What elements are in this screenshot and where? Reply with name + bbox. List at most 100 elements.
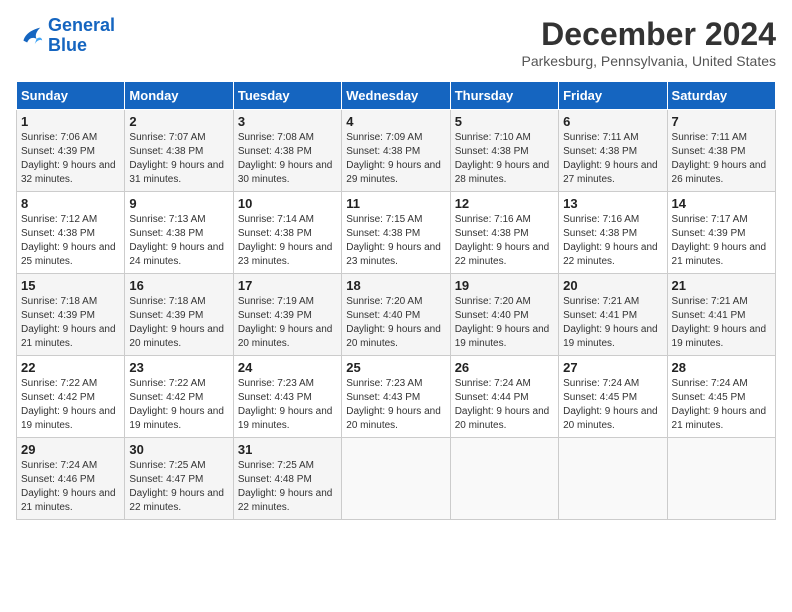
day-number: 9: [129, 196, 228, 211]
sunset-text: Sunset: 4:45 PM: [563, 392, 637, 403]
sunrise-text: Sunrise: 7:06 AM: [21, 132, 97, 143]
calendar-cell: 20 Sunrise: 7:21 AM Sunset: 4:41 PM Dayl…: [559, 274, 667, 356]
sunrise-text: Sunrise: 7:19 AM: [238, 296, 314, 307]
calendar-cell: 24 Sunrise: 7:23 AM Sunset: 4:43 PM Dayl…: [233, 356, 341, 438]
calendar-cell: 21 Sunrise: 7:21 AM Sunset: 4:41 PM Dayl…: [667, 274, 775, 356]
sunrise-text: Sunrise: 7:11 AM: [563, 132, 638, 143]
calendar-cell: 2 Sunrise: 7:07 AM Sunset: 4:38 PM Dayli…: [125, 110, 233, 192]
day-info: Sunrise: 7:20 AM Sunset: 4:40 PM Dayligh…: [346, 295, 445, 351]
daylight-text: Daylight: 9 hours and 20 minutes.: [455, 406, 550, 431]
day-number: 4: [346, 114, 445, 129]
week-row-1: 1 Sunrise: 7:06 AM Sunset: 4:39 PM Dayli…: [17, 110, 776, 192]
day-info: Sunrise: 7:22 AM Sunset: 4:42 PM Dayligh…: [129, 377, 228, 433]
day-number: 25: [346, 360, 445, 375]
calendar-cell: 14 Sunrise: 7:17 AM Sunset: 4:39 PM Dayl…: [667, 192, 775, 274]
day-number: 13: [563, 196, 662, 211]
day-number: 23: [129, 360, 228, 375]
day-info: Sunrise: 7:14 AM Sunset: 4:38 PM Dayligh…: [238, 213, 337, 269]
calendar-cell: 9 Sunrise: 7:13 AM Sunset: 4:38 PM Dayli…: [125, 192, 233, 274]
daylight-text: Daylight: 9 hours and 19 minutes.: [563, 324, 658, 349]
sunrise-text: Sunrise: 7:12 AM: [21, 214, 97, 225]
sunrise-text: Sunrise: 7:23 AM: [346, 378, 422, 389]
sunrise-text: Sunrise: 7:22 AM: [129, 378, 205, 389]
day-info: Sunrise: 7:15 AM Sunset: 4:38 PM Dayligh…: [346, 213, 445, 269]
day-info: Sunrise: 7:12 AM Sunset: 4:38 PM Dayligh…: [21, 213, 120, 269]
sunset-text: Sunset: 4:38 PM: [563, 146, 637, 157]
daylight-text: Daylight: 9 hours and 19 minutes.: [672, 324, 767, 349]
calendar-cell: 6 Sunrise: 7:11 AM Sunset: 4:38 PM Dayli…: [559, 110, 667, 192]
sunset-text: Sunset: 4:40 PM: [455, 310, 529, 321]
sunrise-text: Sunrise: 7:24 AM: [672, 378, 748, 389]
daylight-text: Daylight: 9 hours and 21 minutes.: [672, 406, 767, 431]
calendar-cell: 8 Sunrise: 7:12 AM Sunset: 4:38 PM Dayli…: [17, 192, 125, 274]
calendar-cell: 17 Sunrise: 7:19 AM Sunset: 4:39 PM Dayl…: [233, 274, 341, 356]
sunset-text: Sunset: 4:45 PM: [672, 392, 746, 403]
logo-general: General: [48, 15, 115, 35]
daylight-text: Daylight: 9 hours and 20 minutes.: [346, 406, 441, 431]
sunset-text: Sunset: 4:38 PM: [238, 228, 312, 239]
daylight-text: Daylight: 9 hours and 23 minutes.: [346, 242, 441, 267]
calendar-cell: 3 Sunrise: 7:08 AM Sunset: 4:38 PM Dayli…: [233, 110, 341, 192]
sunset-text: Sunset: 4:38 PM: [455, 146, 529, 157]
daylight-text: Daylight: 9 hours and 27 minutes.: [563, 160, 658, 185]
sunrise-text: Sunrise: 7:24 AM: [21, 460, 97, 471]
daylight-text: Daylight: 9 hours and 22 minutes.: [455, 242, 550, 267]
day-number: 26: [455, 360, 554, 375]
sunrise-text: Sunrise: 7:11 AM: [672, 132, 747, 143]
sunrise-text: Sunrise: 7:25 AM: [129, 460, 205, 471]
calendar-cell: [559, 438, 667, 520]
daylight-text: Daylight: 9 hours and 20 minutes.: [129, 324, 224, 349]
sunset-text: Sunset: 4:43 PM: [346, 392, 420, 403]
header-saturday: Saturday: [667, 82, 775, 110]
calendar-cell: 30 Sunrise: 7:25 AM Sunset: 4:47 PM Dayl…: [125, 438, 233, 520]
sunrise-text: Sunrise: 7:22 AM: [21, 378, 97, 389]
sunset-text: Sunset: 4:38 PM: [21, 228, 95, 239]
week-row-3: 15 Sunrise: 7:18 AM Sunset: 4:39 PM Dayl…: [17, 274, 776, 356]
month-title: December 2024: [522, 16, 776, 53]
sunrise-text: Sunrise: 7:25 AM: [238, 460, 314, 471]
day-info: Sunrise: 7:07 AM Sunset: 4:38 PM Dayligh…: [129, 131, 228, 187]
calendar-cell: 7 Sunrise: 7:11 AM Sunset: 4:38 PM Dayli…: [667, 110, 775, 192]
sunrise-text: Sunrise: 7:16 AM: [563, 214, 639, 225]
daylight-text: Daylight: 9 hours and 20 minutes.: [238, 324, 333, 349]
daylight-text: Daylight: 9 hours and 19 minutes.: [129, 406, 224, 431]
calendar-cell: [342, 438, 450, 520]
calendar-table: SundayMondayTuesdayWednesdayThursdayFrid…: [16, 81, 776, 520]
sunrise-text: Sunrise: 7:21 AM: [672, 296, 748, 307]
header-wednesday: Wednesday: [342, 82, 450, 110]
sunrise-text: Sunrise: 7:10 AM: [455, 132, 531, 143]
day-number: 15: [21, 278, 120, 293]
day-number: 6: [563, 114, 662, 129]
day-info: Sunrise: 7:18 AM Sunset: 4:39 PM Dayligh…: [21, 295, 120, 351]
day-info: Sunrise: 7:11 AM Sunset: 4:38 PM Dayligh…: [672, 131, 771, 187]
sunset-text: Sunset: 4:41 PM: [563, 310, 637, 321]
sunrise-text: Sunrise: 7:20 AM: [455, 296, 531, 307]
sunrise-text: Sunrise: 7:24 AM: [455, 378, 531, 389]
sunset-text: Sunset: 4:48 PM: [238, 474, 312, 485]
sunset-text: Sunset: 4:44 PM: [455, 392, 529, 403]
sunset-text: Sunset: 4:40 PM: [346, 310, 420, 321]
day-info: Sunrise: 7:17 AM Sunset: 4:39 PM Dayligh…: [672, 213, 771, 269]
day-number: 5: [455, 114, 554, 129]
day-info: Sunrise: 7:23 AM Sunset: 4:43 PM Dayligh…: [238, 377, 337, 433]
sunset-text: Sunset: 4:38 PM: [346, 228, 420, 239]
day-number: 27: [563, 360, 662, 375]
daylight-text: Daylight: 9 hours and 31 minutes.: [129, 160, 224, 185]
day-number: 1: [21, 114, 120, 129]
sunset-text: Sunset: 4:39 PM: [129, 310, 203, 321]
logo-text: General Blue: [48, 16, 115, 56]
day-number: 12: [455, 196, 554, 211]
calendar-cell: 4 Sunrise: 7:09 AM Sunset: 4:38 PM Dayli…: [342, 110, 450, 192]
day-number: 22: [21, 360, 120, 375]
day-info: Sunrise: 7:16 AM Sunset: 4:38 PM Dayligh…: [563, 213, 662, 269]
day-number: 10: [238, 196, 337, 211]
sunset-text: Sunset: 4:38 PM: [563, 228, 637, 239]
daylight-text: Daylight: 9 hours and 21 minutes.: [21, 488, 116, 513]
daylight-text: Daylight: 9 hours and 29 minutes.: [346, 160, 441, 185]
sunset-text: Sunset: 4:38 PM: [129, 228, 203, 239]
calendar-cell: 23 Sunrise: 7:22 AM Sunset: 4:42 PM Dayl…: [125, 356, 233, 438]
daylight-text: Daylight: 9 hours and 19 minutes.: [21, 406, 116, 431]
calendar-cell: 29 Sunrise: 7:24 AM Sunset: 4:46 PM Dayl…: [17, 438, 125, 520]
day-number: 14: [672, 196, 771, 211]
calendar-cell: 25 Sunrise: 7:23 AM Sunset: 4:43 PM Dayl…: [342, 356, 450, 438]
